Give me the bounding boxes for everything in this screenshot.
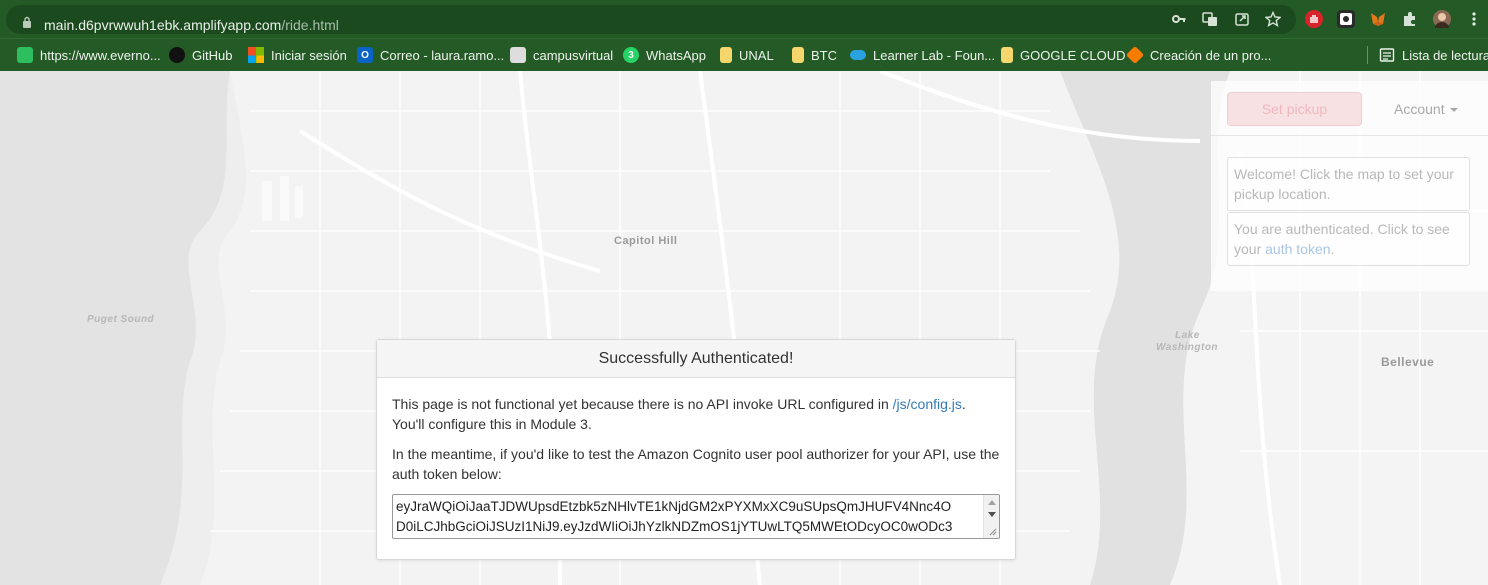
panel-header: Set pickup Account: [1211, 81, 1488, 136]
microsoft-icon: [248, 47, 264, 63]
auth-message: You are authenticated. Click to see your…: [1227, 212, 1470, 266]
key-icon[interactable]: [1170, 10, 1188, 28]
folder-icon: [792, 47, 804, 63]
bookmarks-bar: https://www.everno... GitHub Iniciar ses…: [0, 38, 1488, 71]
box-icon: [1125, 45, 1145, 65]
bookmark-correo[interactable]: O Correo - laura.ramo...: [357, 45, 504, 65]
modal-body: This page is not functional yet because …: [377, 378, 1015, 539]
bookmark-google-cloud[interactable]: GOOGLE CLOUD: [1001, 45, 1125, 65]
bookmarks-divider: [1367, 46, 1368, 64]
modal-paragraph-token: In the meantime, if you'd like to test t…: [392, 446, 1000, 482]
map-label-bellevue: Bellevue: [1381, 355, 1435, 369]
cloud-icon: [850, 50, 866, 60]
welcome-message: Welcome! Click the map to set your picku…: [1227, 157, 1470, 211]
account-label: Account: [1394, 101, 1445, 117]
scroll-up-icon[interactable]: [988, 500, 996, 505]
bookmark-label: Iniciar sesión: [271, 47, 347, 63]
url-text[interactable]: main.d6pvrwwuh1ebk.amplifyapp.com/ride.h…: [44, 17, 339, 33]
resize-handle-icon[interactable]: [988, 527, 997, 536]
bookmark-label: Learner Lab - Foun...: [873, 47, 996, 63]
caret-down-icon: [1450, 108, 1459, 113]
modal-title: Successfully Authenticated!: [377, 340, 1015, 378]
evernote-icon: [17, 47, 33, 63]
bookmark-label: Correo - laura.ramo...: [380, 47, 505, 63]
hand-extension-icon[interactable]: [1305, 10, 1323, 28]
auth-token-text[interactable]: eyJraWQiOiJaaTJDWUpsdEtzbk5zNHlvTE1kNjdG…: [396, 497, 981, 537]
puzzle-icon[interactable]: [1401, 10, 1419, 28]
bookmark-label: GitHub: [192, 47, 233, 63]
more-icon[interactable]: [1465, 10, 1483, 28]
bookmark-github[interactable]: GitHub: [169, 45, 232, 65]
metamask-icon[interactable]: [1369, 10, 1387, 28]
map-label-washington: Washington: [1156, 342, 1219, 353]
bookmark-unal[interactable]: UNAL: [720, 45, 774, 65]
auth-token-textarea[interactable]: eyJraWQiOiJaaTJDWUpsdEtzbk5zNHlvTE1kNjdG…: [392, 494, 1000, 539]
reading-list-button[interactable]: Lista de lectura: [1379, 45, 1488, 65]
translate-icon[interactable]: [1201, 10, 1219, 28]
star-icon[interactable]: [1264, 10, 1282, 28]
profile-avatar[interactable]: [1433, 10, 1451, 28]
auth-message-end: .: [1330, 241, 1335, 257]
paragraph-text: This page is not functional yet because …: [392, 396, 893, 412]
url-path: /ride.html: [281, 17, 339, 33]
reading-list-icon: [1379, 48, 1395, 62]
map-label-capitol-hill: Capitol Hill: [614, 235, 678, 247]
folder-icon: [1001, 47, 1013, 63]
map-label-puget-sound: Puget Sound: [87, 314, 155, 325]
whatsapp-icon: 3: [623, 47, 639, 63]
set-pickup-button[interactable]: Set pickup: [1227, 92, 1362, 126]
bookmark-label: Creación de un pro...: [1150, 47, 1272, 63]
auth-modal: Successfully Authenticated! This page is…: [376, 339, 1016, 560]
config-js-link[interactable]: /js/config.js: [893, 396, 962, 412]
bookmark-label: GOOGLE CLOUD: [1020, 47, 1126, 63]
token-line: eyJraWQiOiJaaTJDWUpsdEtzbk5zNHlvTE1kNjdG…: [396, 499, 952, 514]
url-host: main.d6pvrwwuh1ebk.amplifyapp.com: [44, 17, 282, 33]
github-icon: [169, 47, 185, 63]
ride-panel: Set pickup Account Welcome! Click the ma…: [1211, 81, 1488, 291]
bookmark-evernote[interactable]: https://www.everno...: [17, 45, 161, 65]
lock-icon[interactable]: [22, 16, 32, 28]
bookmark-campusvirtual[interactable]: campusvirtual: [510, 45, 613, 65]
bookmark-learner-lab[interactable]: Learner Lab - Foun...: [850, 45, 995, 65]
share-icon[interactable]: [1233, 10, 1251, 28]
folder-icon: [720, 47, 732, 63]
browser-toolbar: main.d6pvrwwuh1ebk.amplifyapp.com/ride.h…: [0, 0, 1488, 38]
camera-extension-icon[interactable]: [1337, 10, 1355, 28]
address-bar[interactable]: main.d6pvrwwuh1ebk.amplifyapp.com/ride.h…: [6, 5, 1296, 34]
outlook-icon: O: [357, 47, 373, 63]
auth-token-link[interactable]: auth token: [1265, 241, 1330, 257]
bookmark-iniciar-sesion[interactable]: Iniciar sesión: [248, 45, 347, 65]
bookmark-label: campusvirtual: [533, 47, 614, 63]
map-label-lake: Lake: [1175, 330, 1200, 341]
token-line: D0iLCJhbGciOiJSUzI1NiJ9.eyJzdWIiOiJhYzlk…: [396, 519, 953, 534]
bookmark-label: BTC: [811, 47, 837, 63]
account-dropdown[interactable]: Account: [1394, 101, 1459, 117]
bookmark-label: https://www.everno...: [40, 47, 161, 63]
campusvirtual-icon: [510, 47, 526, 63]
bookmark-label: UNAL: [739, 47, 774, 63]
scroll-down-icon[interactable]: [988, 512, 996, 517]
bookmark-label: WhatsApp: [646, 47, 706, 63]
bookmark-creacion[interactable]: Creación de un pro...: [1125, 45, 1272, 65]
bookmark-whatsapp[interactable]: 3 WhatsApp: [623, 45, 706, 65]
modal-paragraph-config: This page is not functional yet because …: [392, 394, 1000, 434]
bookmark-btc[interactable]: BTC: [792, 45, 837, 65]
reading-list-label: Lista de lectura: [1402, 47, 1488, 63]
